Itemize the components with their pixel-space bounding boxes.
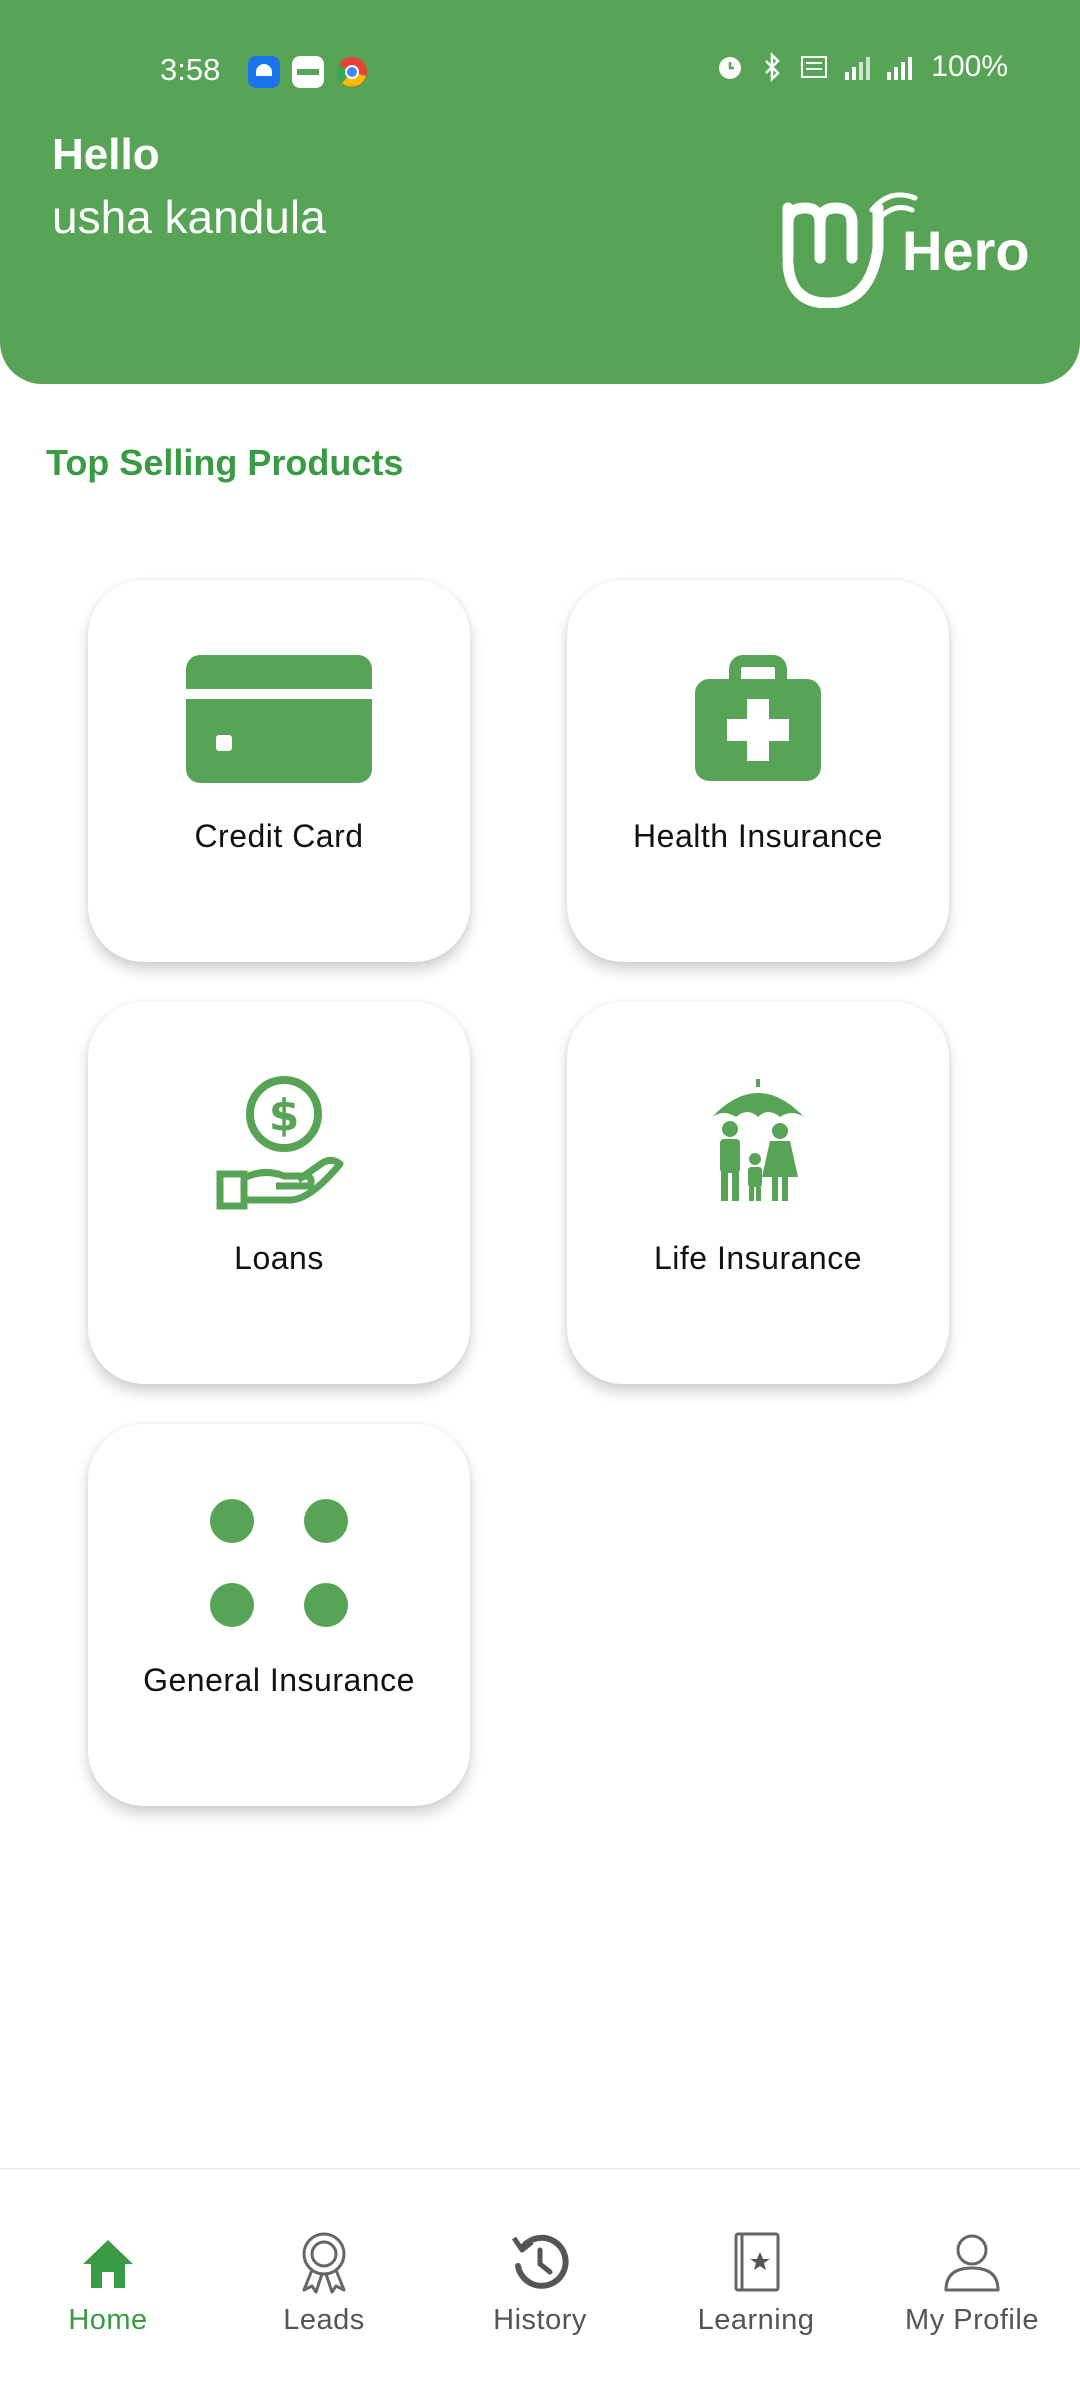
chrome-icon — [337, 57, 367, 87]
header: 3:58 100% Hello usha kandula Hero — [0, 0, 1080, 384]
product-card-health-insurance[interactable]: Health Insurance — [567, 580, 949, 962]
card-icon-wrap: $ — [88, 1072, 470, 1212]
product-label: Life Insurance — [653, 1240, 862, 1276]
nav-label: Learning — [697, 2304, 815, 2336]
system-status-icons: 100% — [715, 50, 1008, 84]
card-icon-wrap — [88, 650, 470, 790]
svg-text:$: $ — [269, 1090, 300, 1141]
product-card-credit-card[interactable]: Credit Card — [88, 580, 470, 962]
nav-item-home[interactable]: Home — [0, 2230, 216, 2370]
product-label: General Insurance — [143, 1662, 415, 1698]
nav-label: My Profile — [905, 2304, 1039, 2336]
user-icon — [944, 2234, 1000, 2292]
product-card-life-insurance[interactable]: Life Insurance — [567, 1002, 949, 1384]
app-notification-icon — [248, 56, 280, 88]
bottom-navigation: Home Leads History Learning My Profile — [0, 2168, 1080, 2400]
credit-card-icon — [186, 655, 372, 783]
grid-dots-icon — [210, 1499, 348, 1627]
nav-item-leads[interactable]: Leads — [216, 2230, 432, 2370]
history-icon — [511, 2234, 569, 2289]
signal-4g-icon — [845, 57, 871, 80]
home-icon — [83, 2240, 133, 2288]
nav-item-history[interactable]: History — [432, 2230, 648, 2370]
product-label: Credit Card — [194, 818, 364, 854]
nav-label: Leads — [283, 2304, 365, 2336]
product-card-general-insurance[interactable]: General Insurance — [88, 1424, 470, 1806]
myhero-logo: Hero — [780, 188, 1050, 309]
money-hand-icon: $ — [216, 1076, 344, 1210]
signal-icon — [887, 57, 913, 80]
product-label: Loans — [234, 1240, 324, 1276]
nav-item-learning[interactable]: Learning — [648, 2230, 864, 2370]
card-icon-wrap — [567, 650, 949, 790]
card-icon-wrap — [567, 1072, 949, 1212]
product-card-loans[interactable]: $ Loans — [88, 1002, 470, 1384]
greeting-text: Hello — [52, 130, 160, 179]
product-label: Health Insurance — [633, 818, 883, 854]
app-notification-icon — [292, 56, 324, 88]
status-bar: 3:58 100% — [0, 0, 1080, 140]
section-title: Top Selling Products — [46, 442, 404, 483]
family-umbrella-icon — [712, 1079, 804, 1201]
user-name: usha kandula — [52, 191, 326, 243]
medical-kit-icon — [695, 655, 821, 781]
status-time: 3:58 — [160, 52, 221, 87]
alarm-icon — [719, 57, 742, 79]
book-icon — [734, 2232, 780, 2292]
logo-text: Hero — [902, 219, 1030, 282]
bluetooth-icon — [765, 52, 781, 82]
card-icon-wrap — [88, 1494, 470, 1634]
nav-label: History — [493, 2304, 587, 2336]
nav-label: Home — [68, 2304, 148, 2336]
nav-item-my-profile[interactable]: My Profile — [864, 2230, 1080, 2370]
battery-percentage: 100% — [931, 50, 1008, 83]
award-icon — [302, 2232, 346, 2294]
volte-icon — [801, 56, 828, 78]
notification-icons — [248, 56, 368, 88]
